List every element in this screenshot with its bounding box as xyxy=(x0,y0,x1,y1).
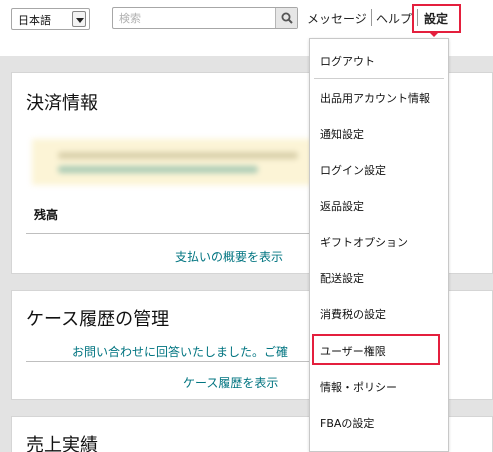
settings-dropdown-menu: ログアウト 出品用アカウント情報 通知設定 ログイン設定 返品設定 ギフトオプシ… xyxy=(309,38,449,452)
messages-link[interactable]: メッセージ xyxy=(307,10,367,27)
language-select[interactable]: 日本語 xyxy=(11,8,90,30)
balance-label: 残高 xyxy=(34,208,59,222)
search-icon xyxy=(281,12,293,24)
menu-item-login-settings[interactable]: ログイン設定 xyxy=(320,162,386,178)
settings-highlight xyxy=(412,4,461,33)
sales-title: 売上実績 xyxy=(26,435,98,452)
case-history-link[interactable]: ケース履歴を表示 xyxy=(183,374,278,391)
case-history-title: ケース履歴の管理 xyxy=(26,309,170,330)
menu-item-fba-settings[interactable]: FBAの設定 xyxy=(320,415,374,431)
search-box xyxy=(112,7,298,29)
payment-info-title: 決済情報 xyxy=(26,93,98,114)
caret-down-icon xyxy=(428,31,440,37)
menu-item-shipping-settings[interactable]: 配送設定 xyxy=(320,270,364,286)
language-value: 日本語 xyxy=(18,14,51,27)
chevron-down-icon[interactable] xyxy=(72,11,86,27)
top-bar: 日本語 メッセージ ヘルプ 設定 xyxy=(0,0,493,37)
case-notice-link[interactable]: お問い合わせに回答いたしました。ご確 xyxy=(72,343,288,360)
help-link[interactable]: ヘルプ xyxy=(376,10,412,27)
menu-item-notification-settings[interactable]: 通知設定 xyxy=(320,126,364,142)
search-button[interactable] xyxy=(275,8,297,28)
divider xyxy=(26,361,312,362)
blurred-notice xyxy=(32,139,312,185)
divider xyxy=(26,233,312,234)
search-input[interactable] xyxy=(113,8,275,28)
user-permissions-highlight xyxy=(312,334,440,365)
menu-item-tax-settings[interactable]: 消費税の設定 xyxy=(320,306,386,322)
menu-item-gift-options[interactable]: ギフトオプション xyxy=(320,234,408,250)
menu-item-logout[interactable]: ログアウト xyxy=(320,53,375,69)
menu-item-return-settings[interactable]: 返品設定 xyxy=(320,198,364,214)
menu-divider xyxy=(314,78,444,79)
nav-divider xyxy=(371,9,372,26)
payment-summary-link[interactable]: 支払いの概要を表示 xyxy=(175,248,283,265)
menu-item-info-policies[interactable]: 情報・ポリシー xyxy=(320,379,397,395)
menu-item-seller-account-info[interactable]: 出品用アカウント情報 xyxy=(320,90,430,106)
